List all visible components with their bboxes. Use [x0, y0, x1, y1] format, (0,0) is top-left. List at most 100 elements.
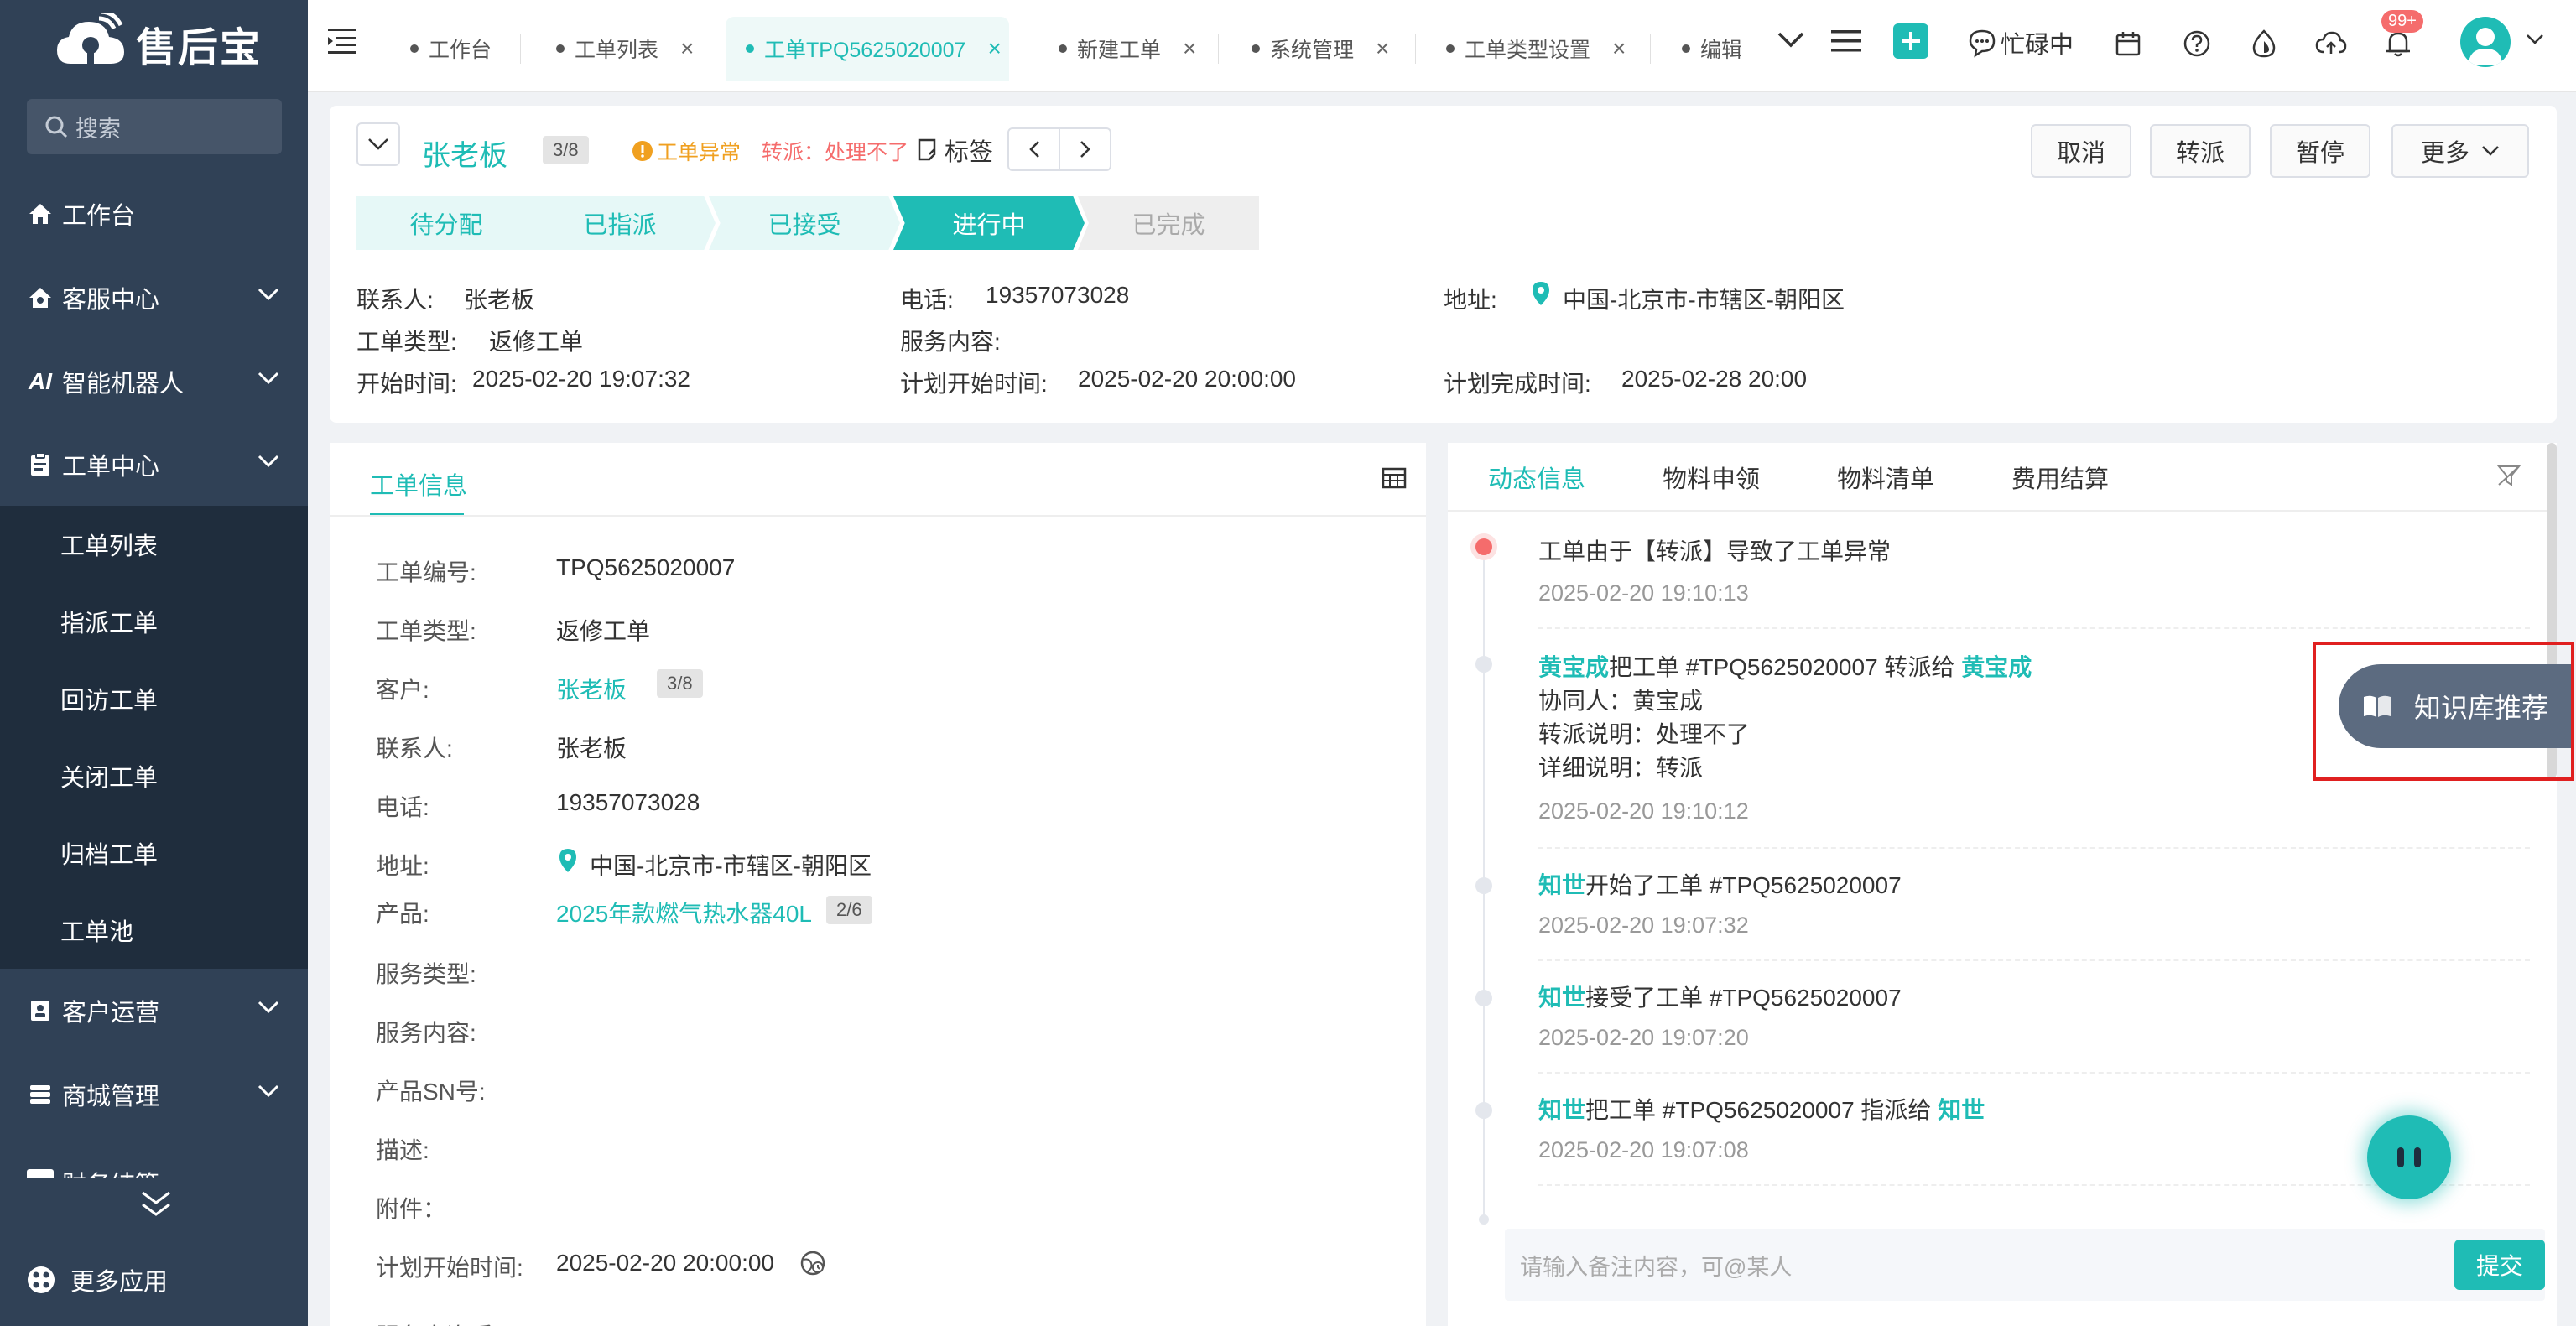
timeline-entry-text: 工单由于【转派】导致了工单异常 — [1538, 535, 1891, 569]
avatar[interactable] — [2460, 17, 2511, 67]
logo-icon — [57, 13, 124, 64]
field-value-customer-link[interactable]: 张老板 — [556, 672, 627, 705]
tab-label: 工单类型设置 — [1465, 39, 1591, 62]
comment-input[interactable]: 请输入备注内容，可@某人 — [1505, 1229, 2545, 1301]
list-menu-icon[interactable] — [1831, 29, 1861, 54]
submenu-item-workorder-list[interactable]: 工单列表 — [0, 506, 308, 583]
tab-workorder-list[interactable]: 工单列表 × — [556, 17, 694, 81]
plus-icon — [1902, 32, 1920, 50]
tab-new-workorder[interactable]: 新建工单 × — [1059, 17, 1196, 81]
tab-workorder-type-settings[interactable]: 工单类型设置 × — [1446, 17, 1626, 81]
timeline-dot — [1475, 990, 1492, 1006]
close-icon[interactable]: × — [1612, 35, 1626, 62]
field-label: 地址: — [376, 853, 429, 879]
more-apps-button[interactable]: 更多应用 — [27, 1262, 168, 1297]
help-icon[interactable] — [2177, 23, 2217, 64]
customer-name-link[interactable]: 张老板 — [422, 133, 507, 174]
menu-collapse-icon[interactable] — [328, 27, 358, 55]
transfer-button[interactable]: 转派 — [2150, 124, 2251, 178]
close-icon[interactable]: × — [680, 35, 694, 62]
table-layout-icon[interactable] — [1382, 466, 1407, 490]
add-button[interactable] — [1893, 23, 1928, 59]
plan-end-label: 计划完成时间: — [1444, 371, 1591, 397]
pause-button[interactable]: 暂停 — [2270, 124, 2370, 178]
tab-separator — [1650, 34, 1651, 64]
close-icon[interactable]: × — [1376, 35, 1389, 62]
next-button[interactable] — [1060, 129, 1110, 169]
floating-assistant-button[interactable] — [2367, 1115, 2451, 1199]
tabs-dropdown-icon[interactable] — [1777, 32, 1804, 49]
finance-icon — [27, 1169, 54, 1178]
tab-workorder-detail[interactable]: 工单TPQ5625020007 × — [726, 17, 1009, 81]
tab-fee-settlement[interactable]: 费用结算 — [2011, 460, 2109, 495]
field-value-product-link[interactable]: 2025年款燃气热水器40L — [556, 896, 812, 929]
tab-workbench[interactable]: 工作台 — [410, 17, 492, 81]
submenu-item-archive[interactable]: 归档工单 — [0, 814, 308, 892]
target-link[interactable]: 知世 — [1938, 1097, 1985, 1123]
more-button[interactable]: 更多 — [2391, 124, 2529, 178]
timeline-dot — [1475, 656, 1492, 673]
sidebar-item-customer-ops[interactable]: 客户运营 — [0, 969, 308, 1053]
submenu-item-assign[interactable]: 指派工单 — [0, 583, 308, 660]
expand-more-icon[interactable] — [141, 1191, 171, 1218]
sidebar-item-workorder-center[interactable]: 工单中心 — [0, 423, 308, 507]
collapse-button[interactable] — [356, 122, 400, 166]
close-icon[interactable]: × — [1183, 35, 1196, 62]
sidebar-item-mall[interactable]: 商城管理 — [0, 1053, 308, 1136]
tab-edit[interactable]: 编辑 — [1682, 17, 1751, 81]
sidebar-item-workbench[interactable]: 工作台 — [0, 172, 308, 256]
sidebar-item-ai-robot[interactable]: AI 智能机器人 — [0, 340, 308, 424]
actor-link[interactable]: 知世 — [1538, 985, 1585, 1011]
chevron-left-icon — [1028, 141, 1039, 158]
search-icon — [45, 116, 68, 138]
address-value: 中国-北京市-市辖区-朝阳区 — [1563, 287, 1845, 313]
timeline-entry-time: 2025-02-20 19:07:08 — [1538, 1137, 1749, 1162]
submenu-item-revisit[interactable]: 回访工单 — [0, 660, 308, 737]
prev-button[interactable] — [1009, 129, 1060, 169]
pause-icon — [2397, 1147, 2421, 1167]
entry-text: 接受了工单 #TPQ5625020007 — [1585, 985, 1902, 1011]
theme-icon[interactable] — [2244, 23, 2284, 64]
tab-material-list[interactable]: 物料清单 — [1837, 460, 1934, 495]
timeline-entry-detail: 转派说明：处理不了 — [1538, 721, 1751, 747]
target-link[interactable]: 黄宝成 — [1961, 654, 2032, 680]
submit-button[interactable]: 提交 — [2454, 1240, 2545, 1290]
submenu-item-close[interactable]: 关闭工单 — [0, 737, 308, 814]
field-label: 计划开始时间: — [376, 1255, 523, 1281]
actor-link[interactable]: 黄宝成 — [1538, 654, 1609, 680]
cancel-button[interactable]: 取消 — [2031, 124, 2131, 178]
tab-system-management[interactable]: 系统管理 × — [1252, 17, 1389, 81]
customer-tag: 3/8 — [657, 669, 703, 698]
sidebar-item-label: 财务结算 — [62, 1165, 159, 1178]
timeline-entry-detail: 协同人：黄宝成 — [1538, 688, 1704, 714]
tab-activity[interactable]: 动态信息 — [1488, 460, 1585, 495]
filter-icon[interactable] — [2496, 463, 2521, 488]
field-label: 客户: — [376, 677, 429, 703]
app-logo[interactable]: 售后宝 — [54, 13, 262, 74]
sidebar-item-finance[interactable]: 财务结算 — [0, 1153, 308, 1178]
search-input[interactable]: 搜索 — [27, 99, 282, 154]
start-time-label: 开始时间: — [356, 371, 457, 397]
chevron-down-icon[interactable] — [2526, 34, 2544, 45]
product-tag: 2/6 — [826, 896, 872, 924]
timezone-icon[interactable] — [799, 1250, 826, 1277]
phone-value: 19357073028 — [986, 282, 1130, 308]
timeline-dot — [1479, 1214, 1489, 1225]
tab-separator — [1415, 34, 1416, 64]
tab-workorder-info[interactable]: 工单信息 — [370, 466, 467, 502]
plan-start-label: 计划开始时间: — [900, 371, 1048, 397]
submenu-item-pool[interactable]: 工单池 — [0, 892, 308, 969]
timeline-separator — [1538, 959, 2530, 961]
actor-link[interactable]: 知世 — [1538, 872, 1585, 898]
tab-material-request[interactable]: 物料申领 — [1663, 460, 1760, 495]
tag-button[interactable]: 标签 — [914, 133, 993, 168]
close-icon[interactable]: × — [987, 35, 1001, 62]
status-dropdown[interactable]: 忙碌中 — [1967, 25, 2074, 60]
sidebar-item-label: 商城管理 — [62, 1084, 160, 1110]
warning-icon — [632, 141, 653, 161]
sidebar-item-service-center[interactable]: 客服中心 — [0, 256, 308, 340]
actor-link[interactable]: 知世 — [1538, 1097, 1585, 1123]
upload-cloud-icon[interactable] — [2311, 23, 2351, 64]
calendar-icon[interactable] — [2108, 23, 2148, 64]
more-apps-label: 更多应用 — [70, 1269, 169, 1296]
